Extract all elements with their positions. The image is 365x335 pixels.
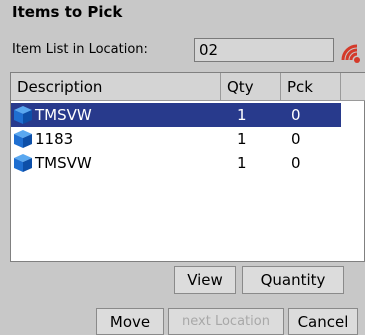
title-bar: Items to Pick [0, 0, 365, 22]
column-header-pck[interactable]: Pck [281, 73, 341, 101]
move-button[interactable]: Move [96, 308, 164, 335]
table-row[interactable]: TMSVW 1 0 [11, 151, 341, 175]
blue-box-icon [14, 154, 32, 172]
location-field[interactable]: 02 [194, 38, 334, 62]
view-button[interactable]: View [174, 266, 236, 294]
column-header-description[interactable]: Description [11, 73, 221, 101]
pck-cell: 0 [291, 154, 301, 172]
pck-cell: 0 [291, 130, 301, 148]
column-header-qty[interactable]: Qty [221, 73, 281, 101]
grid-header: Description Qty Pck [11, 73, 365, 101]
qty-cell: 1 [237, 154, 247, 172]
wireless-signal-icon [341, 44, 360, 63]
items-to-pick-screen: Items to Pick Item List in Location: 02 … [0, 0, 365, 335]
pck-cell: 0 [291, 106, 301, 124]
blue-box-icon [14, 106, 32, 124]
qty-cell: 1 [237, 106, 247, 124]
cancel-button[interactable]: Cancel [288, 308, 358, 335]
page-title: Items to Pick [12, 3, 123, 21]
description-cell: 1183 [35, 130, 74, 148]
table-row[interactable]: TMSVW 1 0 [11, 103, 341, 127]
item-list-grid[interactable]: Description Qty Pck TMSVW 1 0 1183 1 0 TMSVW 1 0 [10, 72, 365, 262]
quantity-button[interactable]: Quantity [242, 266, 344, 294]
description-cell: TMSVW [35, 154, 92, 172]
blue-box-icon [14, 130, 32, 148]
location-label: Item List in Location: [12, 42, 148, 57]
description-cell: TMSVW [35, 106, 92, 124]
qty-cell: 1 [237, 130, 247, 148]
table-row[interactable]: 1183 1 0 [11, 127, 341, 151]
next-location-button[interactable]: next Location [168, 308, 284, 335]
